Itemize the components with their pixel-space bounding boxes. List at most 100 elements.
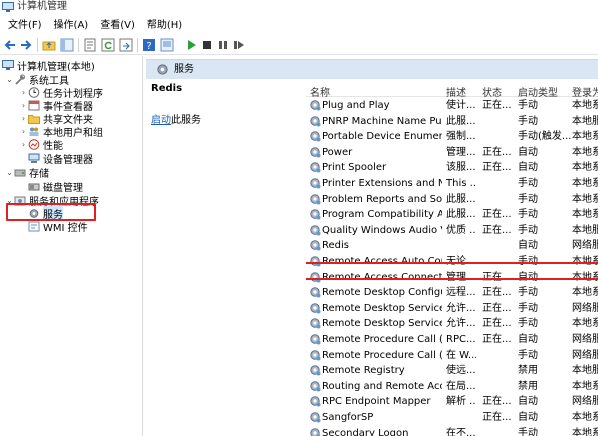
service-description: 在 W... — [446, 349, 476, 361]
chevron-right-icon[interactable]: › — [19, 114, 28, 123]
service-row[interactable]: Print Spooler 该服... 正在... 自动 本地系 — [306, 160, 598, 176]
chevron-down-icon[interactable]: ⌄ — [5, 168, 14, 177]
up-folder-icon[interactable] — [42, 38, 56, 52]
column-header-row: ^ 名称 描述 状态 启动类型 登录为 — [306, 79, 598, 99]
svg-text:?: ? — [146, 41, 151, 52]
chevron-right-icon[interactable]: › — [19, 88, 28, 97]
gear-icon — [310, 225, 321, 236]
service-row[interactable]: Remote Procedure Call (R... RPC... 正在... 自动… — [306, 332, 598, 348]
service-row[interactable]: Remote Desktop Services ... 允许... 正在... 手动 本… — [306, 316, 598, 332]
menu-help[interactable]: 帮助(H) — [141, 17, 188, 34]
column-description[interactable]: 描述 — [446, 84, 466, 99]
menu-view[interactable]: 查看(V) — [94, 17, 141, 34]
column-status[interactable]: 状态 — [482, 84, 502, 99]
toolbar: ? — [0, 35, 598, 55]
gear-icon — [310, 381, 321, 392]
menu-file[interactable]: 文件(F) — [0, 17, 48, 34]
service-logon-as: 本地系 — [572, 412, 598, 423]
service-name: Remote Desktop Configur... — [322, 287, 442, 299]
forward-icon[interactable] — [19, 38, 33, 52]
toolbar-separator — [137, 38, 138, 52]
service-name: Remote Desktop Services ... — [322, 318, 442, 330]
service-description: 在局... — [446, 380, 476, 392]
service-row[interactable]: Redis 自动 网络服 — [306, 238, 598, 254]
service-logon-as: 网络服 — [572, 349, 598, 361]
service-name: PNRP Machine Name Publ... — [322, 115, 442, 127]
service-description: 在不... — [446, 427, 476, 436]
window-title: 计算机管理 — [17, 1, 67, 12]
start-service-icon[interactable] — [184, 38, 198, 52]
service-row[interactable]: Routing and Remote Access 在局... 禁用 本地系 — [306, 379, 598, 395]
service-row[interactable]: Power 管理... 正在... 自动 本地系 — [306, 145, 598, 161]
service-description: This ... — [446, 178, 476, 189]
column-name[interactable]: 名称 — [310, 84, 330, 99]
restart-service-icon[interactable] — [232, 38, 246, 52]
toolbar-separator — [37, 38, 38, 52]
service-row[interactable]: Secondary Logon 在不... 手动 本地系 — [306, 426, 598, 436]
service-startup-type: 手动 — [518, 318, 538, 330]
gear-icon — [310, 318, 321, 329]
service-status: 正在... — [482, 146, 512, 158]
service-name: Remote Procedure Call (R... — [322, 334, 442, 345]
service-description: 此服... — [446, 115, 476, 127]
service-row[interactable]: Plug and Play 使计... 正在... 手动 本地系 — [306, 98, 598, 114]
start-service-link[interactable]: 启动 — [151, 115, 171, 126]
refresh-icon[interactable] — [101, 38, 115, 52]
chevron-right-icon[interactable]: › — [19, 140, 28, 149]
service-row[interactable]: Portable Device Enumerat... 强制... 手动(触发...… — [306, 129, 598, 145]
service-row[interactable]: RPC Endpoint Mapper 解析 ... 正在... 自动 网络服 — [306, 394, 598, 410]
service-startup-type: 自动 — [518, 412, 538, 423]
service-row[interactable]: Problem Reports and Solut... 此服... 手动 本地系 — [306, 192, 598, 208]
service-row[interactable]: Remote Procedure Call (R... 在 W... 手动 网络服 — [306, 348, 598, 364]
service-name: RPC Endpoint Mapper — [322, 396, 431, 408]
column-logon-as[interactable]: 登录为 — [572, 84, 598, 99]
show-tree-icon[interactable] — [60, 38, 74, 52]
gear-icon — [310, 396, 321, 407]
tree-item-root[interactable]: 计算机管理(本地) — [2, 59, 95, 73]
back-icon[interactable] — [3, 38, 17, 52]
tree-item-disk-management[interactable]: 磁盘管理 — [28, 180, 83, 194]
properties-icon[interactable] — [83, 38, 97, 52]
console-icon[interactable] — [160, 38, 174, 52]
gear-icon — [310, 365, 321, 376]
gear-icon — [310, 100, 321, 111]
service-startup-type: 手动 — [518, 224, 538, 236]
service-row[interactable]: PNRP Machine Name Publ... 此服... 手动 本地服 — [306, 114, 598, 130]
service-row[interactable]: Remote Desktop Services 允许... 正在... 手动 网络服 — [306, 301, 598, 317]
pause-service-icon[interactable] — [216, 38, 230, 52]
service-startup-type: 手动(触发... — [518, 131, 572, 143]
service-logon-as: 网络服 — [572, 396, 598, 408]
service-description: 解析 ... — [446, 396, 476, 408]
service-status: 正在... — [482, 334, 512, 345]
service-logon-as: 本地系 — [572, 178, 598, 189]
gear-icon — [310, 147, 321, 158]
service-row[interactable]: Remote Registry 使远... 禁用 本地服 — [306, 363, 598, 379]
tree-item-storage[interactable]: ⌄ 存储 — [5, 166, 49, 180]
tree-item-performance[interactable]: › 性能 — [19, 138, 63, 152]
service-startup-type: 自动 — [518, 396, 538, 408]
stop-service-icon[interactable] — [200, 38, 214, 52]
export-icon[interactable] — [119, 38, 133, 52]
service-row[interactable]: Program Compatibility Assi... 此服... 正在... 手… — [306, 207, 598, 223]
tree-item-device-manager[interactable]: 设备管理器 — [28, 152, 93, 166]
chevron-right-icon[interactable]: › — [19, 127, 28, 136]
service-startup-type: 手动 — [518, 193, 538, 205]
service-startup-type: 手动 — [518, 178, 538, 189]
service-description: 允许... — [446, 302, 476, 314]
chevron-down-icon[interactable]: ⌄ — [5, 75, 14, 84]
service-row[interactable]: Printer Extensions and Noti... This ... 手动… — [306, 176, 598, 192]
tree-item-label: 设备管理器 — [43, 155, 93, 166]
menu-action[interactable]: 操作(A) — [48, 17, 95, 34]
chevron-right-icon[interactable]: › — [19, 101, 28, 110]
help-icon[interactable]: ? — [142, 38, 156, 52]
service-startup-type: 禁用 — [518, 365, 538, 377]
service-startup-type: 自动 — [518, 334, 538, 345]
tree-item-wmi[interactable]: WMI 控件 — [28, 220, 88, 234]
service-description: 该服... — [446, 162, 476, 174]
service-row[interactable]: Quality Windows Audio Vi... 优质 ... 正在... 手动… — [306, 223, 598, 239]
gear-icon — [310, 240, 321, 251]
column-startup-type[interactable]: 启动类型 — [518, 84, 558, 99]
service-row[interactable]: SangforSP 正在... 自动 本地系 — [306, 410, 598, 426]
disk-icon — [28, 183, 40, 191]
service-row[interactable]: Remote Desktop Configur... 远程... 正在... 手动 本地… — [306, 285, 598, 301]
